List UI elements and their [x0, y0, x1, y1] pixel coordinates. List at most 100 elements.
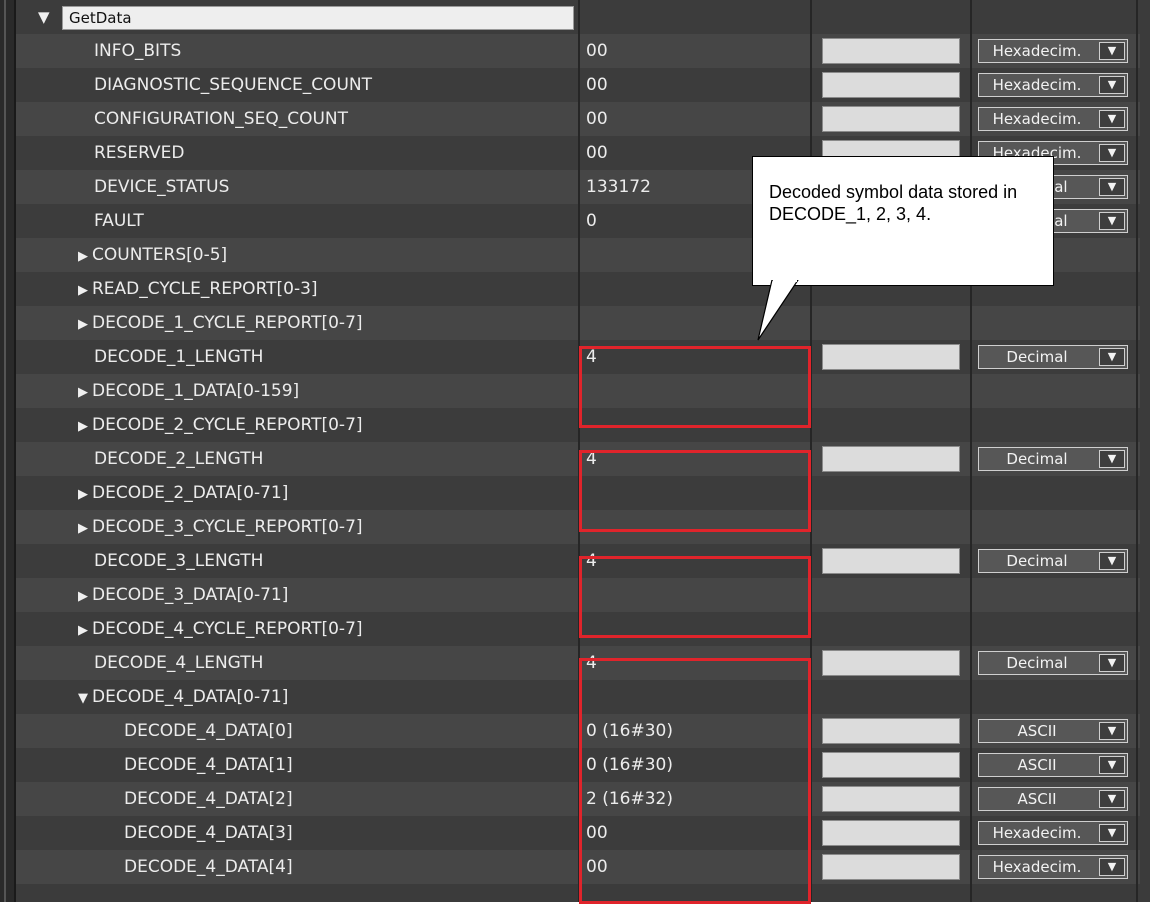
format-label: Hexadecim. — [992, 858, 1082, 876]
chevron-down-icon[interactable]: ▼ — [1099, 76, 1125, 94]
chevron-down-icon[interactable]: ▼ — [1099, 178, 1125, 196]
highlight-decode-2 — [579, 450, 811, 532]
variable-name-wrap: RESERVED — [94, 136, 184, 170]
chevron-down-icon[interactable]: ▼ — [1099, 790, 1125, 808]
format-label: ASCII — [1017, 790, 1057, 808]
name-cell: DECODE_4_DATA[0] — [16, 714, 576, 748]
variable-name-wrap: DECODE_4_DATA[4] — [124, 850, 293, 884]
modify-value-input[interactable] — [822, 820, 960, 846]
watch-window: ▼ GetData INFO_BITS 00 Hexadecim. ▼ DIAGNOST… — [0, 0, 1150, 904]
name-cell: ▶ DECODE_2_DATA[0-71] — [16, 476, 576, 510]
format-label: Decimal — [1006, 654, 1068, 672]
chevron-down-icon[interactable]: ▼ — [1099, 858, 1125, 876]
expand-triangle-icon[interactable]: ▶ — [78, 512, 88, 546]
display-format-select[interactable]: ASCII ▼ — [978, 787, 1128, 811]
display-format-select[interactable]: Decimal ▼ — [978, 651, 1128, 675]
display-format-select[interactable]: ASCII ▼ — [978, 753, 1128, 777]
callout-box: Decoded symbol data stored in DECODE_1, … — [752, 156, 1054, 286]
modify-value-input[interactable] — [822, 718, 960, 744]
chevron-down-icon[interactable]: ▼ — [1099, 110, 1125, 128]
chevron-down-icon[interactable]: ▼ — [1099, 552, 1125, 570]
root-name-field[interactable]: GetData — [62, 6, 574, 30]
format-label: ASCII — [1017, 722, 1057, 740]
display-format-select[interactable]: ASCII ▼ — [978, 719, 1128, 743]
chevron-down-icon[interactable]: ▼ — [1099, 654, 1125, 672]
left-scroll-gutter — [0, 0, 16, 902]
variable-name-wrap: ▶ DECODE_1_DATA[0-159] — [78, 374, 299, 410]
variable-name: DECODE_4_LENGTH — [94, 653, 264, 673]
display-format-select[interactable]: Hexadecim. ▼ — [978, 855, 1128, 879]
name-cell: INFO_BITS — [16, 34, 576, 68]
chevron-down-icon[interactable]: ▼ — [1099, 824, 1125, 842]
display-format-select[interactable]: Hexadecim. ▼ — [978, 821, 1128, 845]
variable-name-wrap: ▶ COUNTERS[0-5] — [78, 238, 227, 274]
variable-name-wrap: ▶ DECODE_3_DATA[0-71] — [78, 578, 288, 614]
format-label: ASCII — [1017, 756, 1057, 774]
variable-name-wrap: ▶ DECODE_2_CYCLE_REPORT[0-7] — [78, 408, 363, 444]
variable-name: DECODE_4_CYCLE_REPORT[0-7] — [92, 619, 363, 639]
highlight-decode-3 — [579, 556, 811, 638]
name-cell: DECODE_4_DATA[3] — [16, 816, 576, 850]
value-cell: 00 — [586, 75, 608, 95]
chevron-down-icon[interactable]: ▼ — [1099, 42, 1125, 60]
chevron-down-icon[interactable]: ▼ — [1099, 756, 1125, 774]
variable-name-wrap: DIAGNOSTIC_SEQUENCE_COUNT — [94, 68, 372, 102]
name-cell: DIAGNOSTIC_SEQUENCE_COUNT — [16, 68, 576, 102]
display-format-select[interactable]: Hexadecim. ▼ — [978, 73, 1128, 97]
expand-triangle-icon[interactable]: ▶ — [78, 580, 88, 614]
display-format-select[interactable]: Hexadecim. ▼ — [978, 107, 1128, 131]
modify-value-input[interactable] — [822, 446, 960, 472]
variable-name: DECODE_2_LENGTH — [94, 449, 264, 469]
highlight-decode-4 — [579, 658, 811, 904]
name-cell: ▼ DECODE_4_DATA[0-71] — [16, 680, 576, 714]
modify-value-input[interactable] — [822, 72, 960, 98]
expand-triangle-icon[interactable]: ▶ — [78, 240, 88, 274]
watch-table: ▼ GetData INFO_BITS 00 Hexadecim. ▼ DIAGNOST… — [16, 0, 1140, 902]
chevron-down-icon[interactable]: ▼ — [1099, 348, 1125, 366]
expand-triangle-icon[interactable]: ▶ — [78, 308, 88, 342]
collapse-triangle-icon[interactable]: ▼ — [78, 682, 88, 716]
variable-name-wrap: DEVICE_STATUS — [94, 170, 229, 204]
modify-value-input[interactable] — [822, 548, 960, 574]
expand-triangle-icon[interactable]: ▶ — [78, 410, 88, 444]
name-cell: ▶ DECODE_3_DATA[0-71] — [16, 578, 576, 612]
variable-name: DECODE_3_DATA[0-71] — [92, 585, 289, 605]
expand-triangle-icon[interactable]: ▶ — [78, 274, 88, 308]
modify-value-input[interactable] — [822, 650, 960, 676]
name-cell: DECODE_2_LENGTH — [16, 442, 576, 476]
variable-name-wrap: FAULT — [94, 204, 144, 238]
variable-name: COUNTERS[0-5] — [92, 245, 228, 265]
name-cell: ▶ DECODE_1_DATA[0-159] — [16, 374, 576, 408]
expand-triangle-icon[interactable]: ▼ — [38, 0, 50, 34]
modify-value-input[interactable] — [822, 854, 960, 880]
variable-name: DECODE_2_CYCLE_REPORT[0-7] — [92, 415, 363, 435]
modify-value-input[interactable] — [822, 38, 960, 64]
variable-name: DECODE_1_LENGTH — [94, 347, 264, 367]
chevron-down-icon[interactable]: ▼ — [1099, 212, 1125, 230]
variable-name: DECODE_2_DATA[0-71] — [92, 483, 289, 503]
variable-name-wrap: DECODE_2_LENGTH — [94, 442, 263, 476]
modify-value-input[interactable] — [822, 752, 960, 778]
display-format-select[interactable]: Decimal ▼ — [978, 549, 1128, 573]
display-format-select[interactable]: Decimal ▼ — [978, 447, 1128, 471]
variable-name: DECODE_4_DATA[3] — [124, 823, 293, 843]
expand-triangle-icon[interactable]: ▶ — [78, 614, 88, 648]
variable-name-wrap: ▼ DECODE_4_DATA[0-71] — [78, 680, 288, 716]
name-cell: DECODE_4_DATA[4] — [16, 850, 576, 884]
chevron-down-icon[interactable]: ▼ — [1099, 144, 1125, 162]
variable-name: DECODE_4_DATA[0] — [124, 721, 293, 741]
display-format-select[interactable]: Decimal ▼ — [978, 345, 1128, 369]
expand-triangle-icon[interactable]: ▶ — [78, 376, 88, 410]
modify-value-input[interactable] — [822, 106, 960, 132]
variable-name-wrap: DECODE_1_LENGTH — [94, 340, 263, 374]
expand-triangle-icon[interactable]: ▶ — [78, 478, 88, 512]
chevron-down-icon[interactable]: ▼ — [1099, 450, 1125, 468]
name-cell: ▶ READ_CYCLE_REPORT[0-3] — [16, 272, 576, 306]
modify-value-input[interactable] — [822, 786, 960, 812]
format-label: Decimal — [1006, 450, 1068, 468]
chevron-down-icon[interactable]: ▼ — [1099, 722, 1125, 740]
variable-name: DEVICE_STATUS — [94, 177, 230, 197]
format-label: Hexadecim. — [992, 76, 1082, 94]
modify-value-input[interactable] — [822, 344, 960, 370]
display-format-select[interactable]: Hexadecim. ▼ — [978, 39, 1128, 63]
